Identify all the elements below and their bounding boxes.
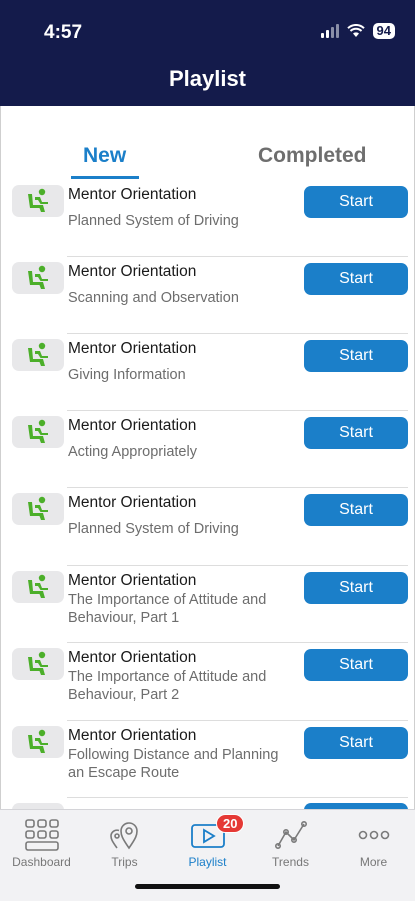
start-button[interactable]: Start (304, 263, 408, 295)
driver-seat-icon (12, 185, 64, 217)
list-item[interactable]: Mentor Orientation Following Distance an… (1, 720, 414, 797)
tab-completed[interactable]: Completed (258, 144, 367, 168)
divider (67, 797, 408, 798)
list-item[interactable]: Mentor Orientation The Importance of Att… (1, 642, 414, 719)
item-subtitle: Following Distance and Planning an Escap… (68, 747, 279, 781)
item-title: Mentor Orientation (68, 417, 197, 434)
playlist-content: New Completed Mentor Orientation Planned… (0, 106, 415, 809)
tab-label: More (359, 855, 388, 869)
wifi-icon (346, 24, 365, 37)
driver-seat-icon (12, 726, 64, 758)
driver-seat-icon (12, 416, 64, 448)
start-button[interactable]: Start (304, 417, 408, 449)
page-title: Playlist (168, 66, 247, 91)
driver-seat-icon (12, 262, 64, 294)
divider (67, 256, 408, 257)
divider (67, 333, 408, 334)
trend-line-icon (274, 820, 307, 849)
item-title: Mentor Orientation (68, 727, 197, 744)
list-item[interactable]: Mentor Orientation Giving Information St… (1, 333, 414, 410)
tab-label: Trips (111, 855, 138, 869)
start-button[interactable]: Start (304, 186, 408, 218)
tab-dashboard[interactable]: Dashboard (0, 818, 83, 869)
status-icons: 94 (320, 23, 395, 39)
divider (67, 487, 408, 488)
tab-label: Trends (272, 855, 309, 869)
item-subtitle: Planned System of Driving (68, 521, 239, 537)
item-title: Mentor Orientation (68, 263, 197, 280)
divider (67, 410, 408, 411)
divider (67, 642, 408, 643)
start-button[interactable]: Start (304, 572, 408, 604)
list-item[interactable]: Mentor Orientation Planned System of Dri… (1, 487, 414, 564)
status-time: 4:57 (44, 22, 83, 43)
item-subtitle: The Importance of Attitude and Behaviour… (68, 592, 267, 626)
item-title: Mentor Orientation (68, 649, 197, 666)
tabs: New Completed (1, 106, 414, 179)
item-subtitle: Planned System of Driving (68, 213, 239, 229)
item-subtitle: Acting Appropriately (68, 444, 197, 460)
start-button[interactable]: Start (304, 727, 408, 759)
tab-playlist[interactable]: 20 Playlist (166, 814, 249, 869)
notification-badge: 20 (216, 814, 245, 833)
battery-indicator: 94 (372, 23, 395, 39)
signal-icon (320, 24, 339, 38)
tab-label: Playlist (188, 855, 227, 869)
header: 4:57 94 Playlist (0, 0, 415, 106)
tab-more[interactable]: More (332, 818, 415, 869)
divider (67, 565, 408, 566)
item-title: Mentor Orientation (68, 340, 197, 357)
tab-label: Dashboard (12, 855, 71, 869)
list-item[interactable]: Mentor Orientation The Importance of Att… (1, 565, 414, 642)
tab-new[interactable]: New (83, 144, 126, 168)
item-title: Mentor Orientation (68, 186, 197, 203)
list-item[interactable]: Mentor Orientation Scanning and Observat… (1, 256, 414, 333)
item-subtitle: Scanning and Observation (68, 290, 239, 306)
driver-seat-icon (12, 648, 64, 680)
divider (67, 720, 408, 721)
driver-seat-icon (12, 339, 64, 371)
start-button[interactable]: Start (304, 649, 408, 681)
dashboard-icon (24, 819, 59, 851)
item-title: Mentor Orientation (68, 572, 197, 589)
item-subtitle: Giving Information (68, 367, 186, 383)
tab-trends[interactable]: Trends (249, 818, 332, 869)
location-pins-icon (109, 822, 138, 850)
more-dots-icon (358, 830, 389, 840)
start-button[interactable]: Start (304, 494, 408, 526)
tab-trips[interactable]: Trips (83, 818, 166, 869)
list-item[interactable]: Mentor Orientation Acting Appropriately … (1, 410, 414, 487)
home-indicator (135, 884, 280, 889)
driver-seat-icon (12, 493, 64, 525)
start-button[interactable]: Start (304, 340, 408, 372)
list-item-partial[interactable] (1, 797, 414, 809)
item-subtitle: The Importance of Attitude and Behaviour… (68, 669, 267, 703)
list-item[interactable]: Mentor Orientation Planned System of Dri… (1, 179, 414, 256)
item-title: Mentor Orientation (68, 494, 197, 511)
driver-seat-icon (12, 571, 64, 603)
